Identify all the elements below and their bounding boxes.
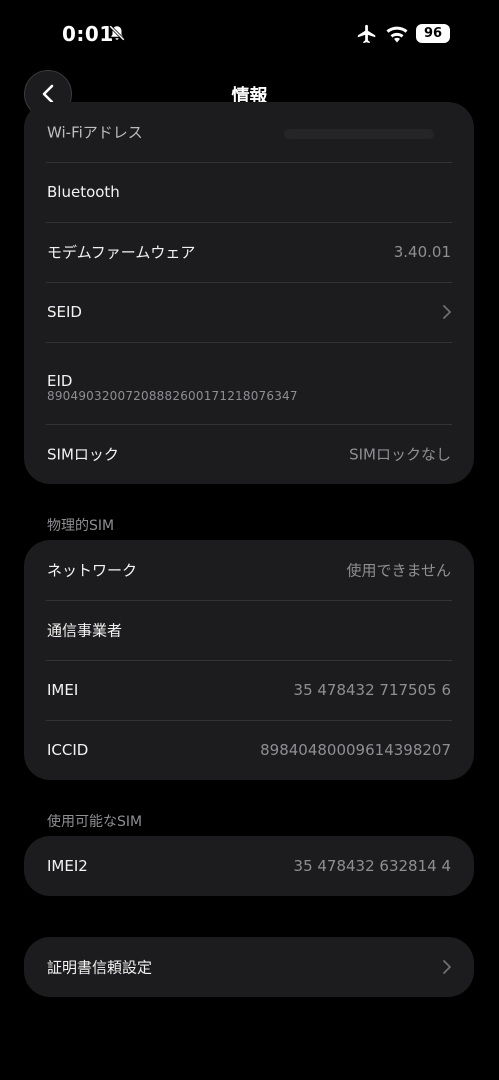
imei2-row: IMEI2 35 478432 632814 4 (24, 836, 474, 896)
bluetooth-label: Bluetooth (47, 183, 120, 201)
bell-slash-icon (109, 25, 125, 41)
physical-sim-header: 物理的SIM (47, 518, 115, 534)
sim-lock-value: SIMロックなし (349, 445, 451, 464)
modem-firmware-row: モデムファームウェア 3.40.01 (24, 222, 474, 282)
chevron-right-icon (443, 305, 451, 319)
carrier-label: 通信事業者 (47, 621, 123, 640)
wifi-icon (386, 26, 408, 43)
imei-label: IMEI (47, 681, 79, 699)
available-sim-card: IMEI2 35 478432 632814 4 (24, 836, 474, 896)
battery-indicator: 96 (416, 24, 450, 43)
airplane-icon (357, 24, 376, 44)
eid-value: 89049032007208882600171218076347 (47, 389, 298, 403)
carrier-row: 通信事業者 (24, 600, 474, 660)
wifi-address-row: Wi-Fiアドレス (24, 102, 474, 162)
eid-label: EID (47, 372, 73, 390)
eid-row: EID 89049032007208882600171218076347 (24, 342, 474, 424)
chevron-right-icon (443, 960, 451, 974)
sim-lock-label: SIMロック (47, 445, 119, 464)
sim-lock-row: SIMロック SIMロックなし (24, 424, 474, 484)
cert-trust-row[interactable]: 証明書信頼設定 (24, 937, 474, 997)
wifi-address-label: Wi-Fiアドレス (47, 123, 143, 142)
redacted-value (284, 129, 434, 139)
physical-sim-card: ネットワーク 使用できません 通信事業者 IMEI 35 478432 7175… (24, 540, 474, 780)
imei2-label: IMEI2 (47, 857, 88, 875)
network-value: 使用できません (346, 561, 451, 580)
modem-firmware-label: モデムファームウェア (47, 243, 196, 262)
network-row: ネットワーク 使用できません (24, 540, 474, 600)
status-time: 0:01 (62, 22, 114, 46)
iccid-label: ICCID (47, 741, 89, 759)
screen: 0:01 96 情報 Wi-Fiアドレス Bluetooth モデムファームウェ… (0, 0, 499, 1080)
bluetooth-row: Bluetooth (24, 162, 474, 222)
available-sim-header: 使用可能なSIM (47, 814, 143, 830)
seid-label: SEID (47, 303, 82, 321)
imei-row: IMEI 35 478432 717505 6 (24, 660, 474, 720)
cert-trust-card: 証明書信頼設定 (24, 937, 474, 997)
iccid-value: 89840480009614398207 (260, 741, 451, 759)
network-label: ネットワーク (47, 561, 138, 580)
seid-row[interactable]: SEID (24, 282, 474, 342)
iccid-row: ICCID 89840480009614398207 (24, 720, 474, 780)
imei2-value: 35 478432 632814 4 (293, 857, 451, 875)
device-info-card: Wi-Fiアドレス Bluetooth モデムファームウェア 3.40.01 S… (24, 102, 474, 484)
status-bar: 0:01 96 (0, 0, 499, 62)
imei-value: 35 478432 717505 6 (293, 681, 451, 699)
cert-trust-label: 証明書信頼設定 (47, 958, 153, 977)
modem-firmware-value: 3.40.01 (393, 243, 451, 261)
